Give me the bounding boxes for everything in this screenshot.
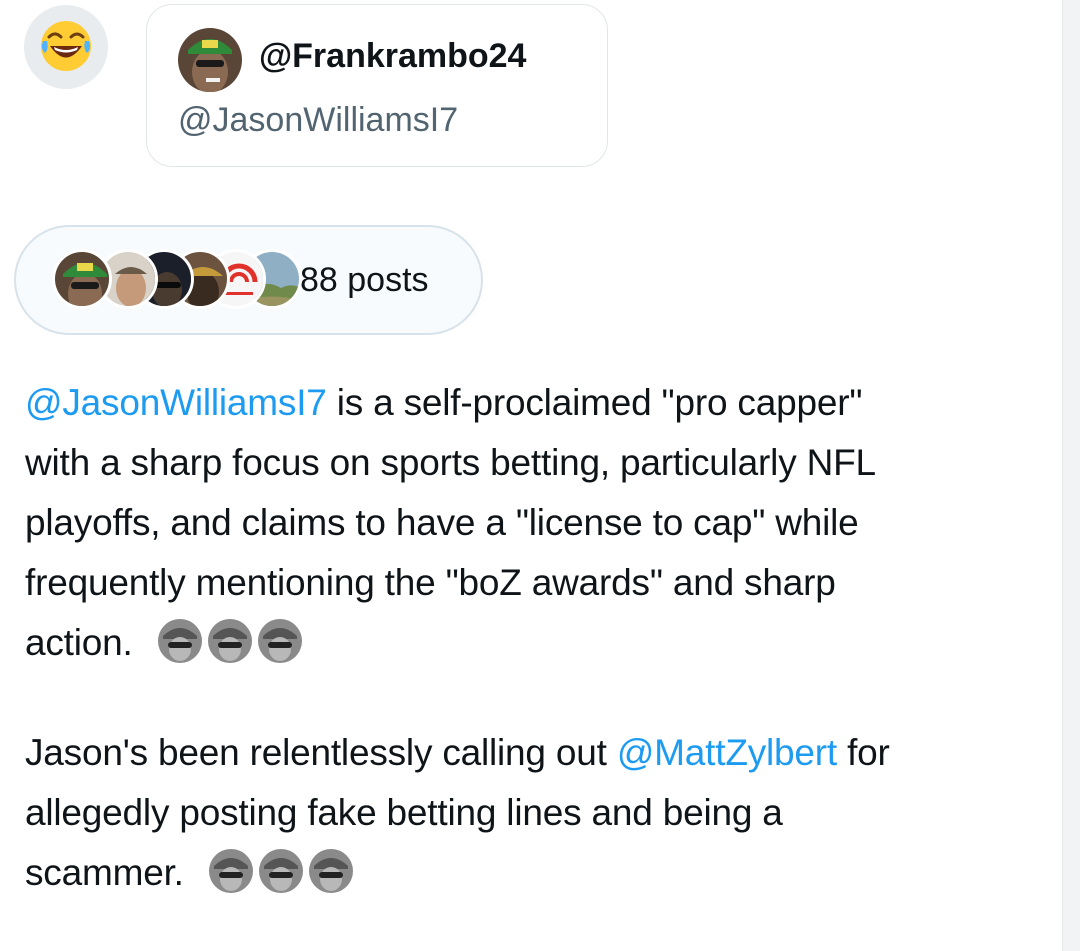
text-segment: action.	[25, 622, 133, 663]
avatar[interactable]	[178, 28, 242, 92]
avatar	[52, 249, 112, 309]
text-line: playoffs, and claims to have a "license …	[25, 502, 859, 543]
avatar-emoji-icon	[308, 848, 354, 894]
avatar-emoji-icon	[258, 848, 304, 894]
text-line: allegedly posting fake betting lines and…	[25, 792, 783, 833]
posts-count: 88 posts	[300, 261, 429, 299]
text-line: action.	[25, 613, 876, 673]
avatar-emoji-icon	[157, 618, 203, 664]
summary-paragraph: @JasonWilliamsI7 is a self-proclaimed "p…	[25, 373, 876, 673]
avatar-emoji-icon	[207, 618, 253, 664]
summary-paragraph: Jason's been relentlessly calling out @M…	[25, 723, 890, 903]
scrollbar-track[interactable]	[1062, 0, 1080, 951]
mention-link[interactable]: @MattZylbert	[617, 732, 837, 773]
mention-card[interactable]: @Frankrambo24 @JasonWilliamsI7	[146, 4, 608, 167]
card-handle[interactable]: @JasonWilliamsI7	[178, 101, 458, 140]
mention-link[interactable]: @JasonWilliamsI7	[25, 382, 327, 423]
card-display-name[interactable]: @Frankrambo24	[259, 37, 526, 76]
text-segment: Jason's been relentlessly calling out	[25, 732, 617, 773]
text-line: Jason's been relentlessly calling out @M…	[25, 723, 890, 783]
text-segment: for	[837, 732, 890, 773]
avatar-emoji-icon	[208, 848, 254, 894]
reaction-emoji-button[interactable]	[24, 5, 108, 89]
text-line: frequently mentioning the "boZ awards" a…	[25, 562, 836, 603]
text-line: with a sharp focus on sports betting, pa…	[25, 442, 876, 483]
avatar-stack	[52, 249, 302, 311]
text-line: @JasonWilliamsI7 is a self-proclaimed "p…	[25, 373, 876, 433]
text-segment: scammer.	[25, 852, 184, 893]
laughing-tears-emoji-icon	[41, 21, 91, 71]
text-line: scammer.	[25, 843, 890, 903]
avatar-emoji-icon	[257, 618, 303, 664]
text-segment: is a self-proclaimed "pro capper"	[326, 382, 863, 423]
related-posts-pill[interactable]: 88 posts	[14, 225, 483, 335]
